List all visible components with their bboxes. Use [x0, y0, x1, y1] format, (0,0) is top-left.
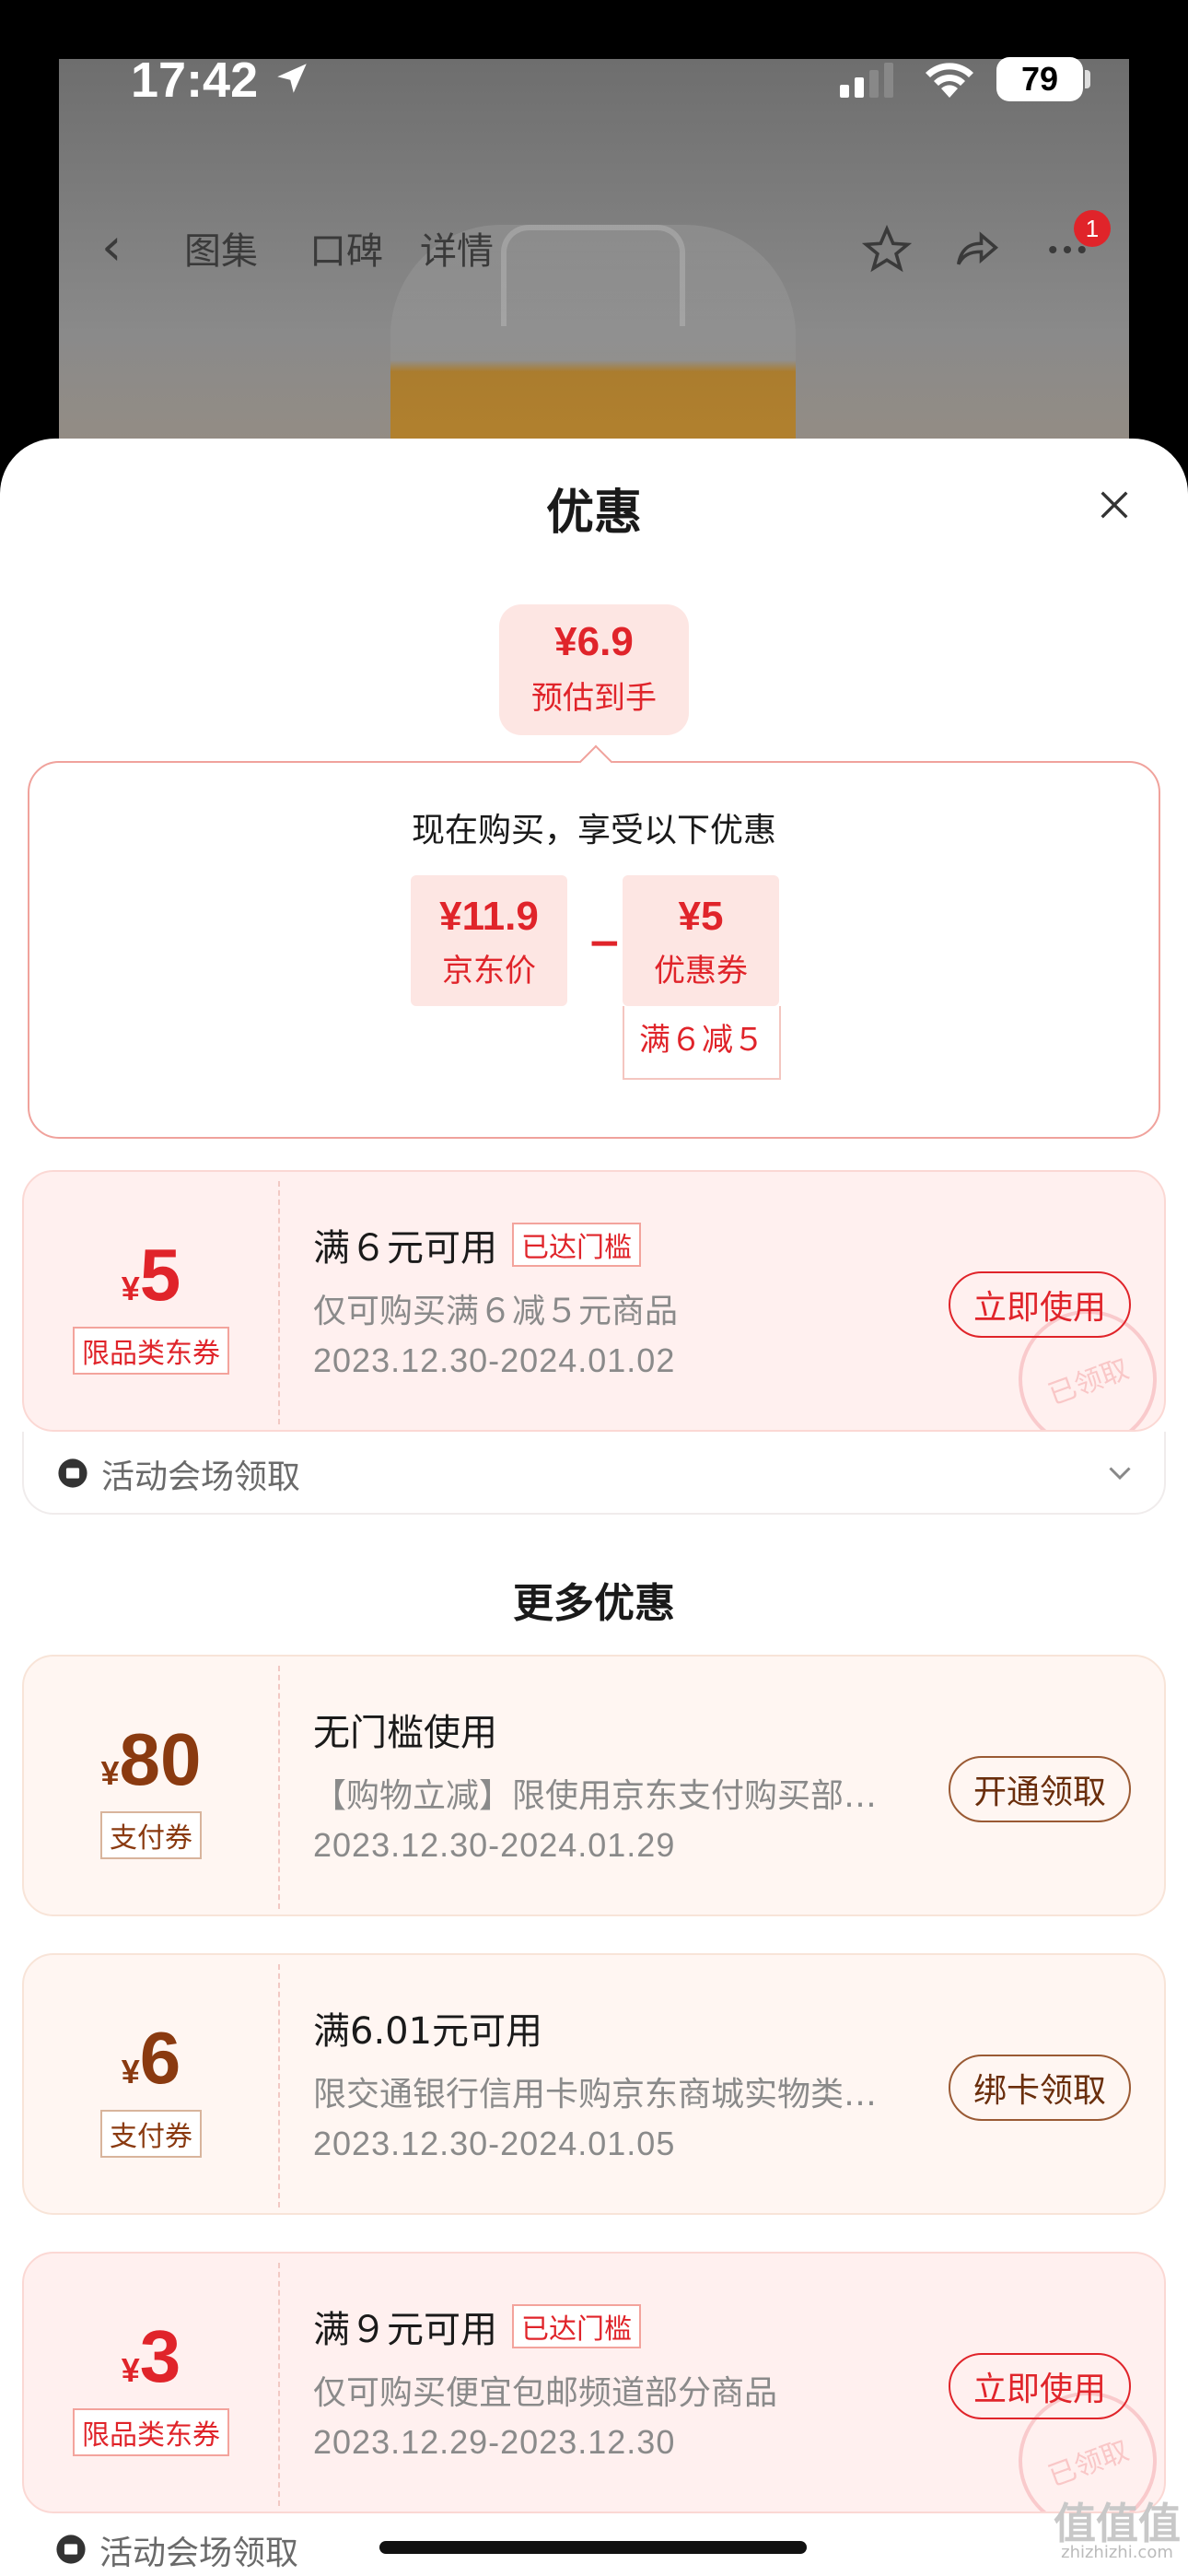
- coupon-title: 满6.01元可用: [313, 2010, 543, 2053]
- battery-tip: [1085, 70, 1090, 88]
- coupon-description: 仅可购买满６减５元商品: [313, 1293, 679, 1330]
- coupon-card: ¥5 限品类东券 满６元可用 已达门槛 仅可购买满６减５元商品 2023.12.3…: [22, 1170, 1166, 1432]
- more-offers-title: 更多优惠: [513, 1580, 675, 1627]
- coupon-divider: [278, 1666, 280, 1909]
- coupon-amount-value: 6: [139, 2017, 181, 2099]
- status-time: 17:42: [131, 53, 259, 108]
- threshold-reached-badge: 已达门槛: [512, 1223, 641, 1267]
- price-breakdown: 现在购买，享受以下优惠 ¥11.9 京东价 − ¥5 优惠券 满６减５: [28, 744, 1160, 1139]
- coupon-card: ¥3 限品类东券 满９元可用 已达门槛 仅可购买便宜包邮频道部分商品 2023.1…: [22, 2252, 1166, 2513]
- jd-price-chip: ¥11.9 京东价: [411, 875, 567, 1006]
- coupon-source-row[interactable]: 活动会场领取: [22, 1432, 1166, 1515]
- battery-indicator: 79: [996, 57, 1083, 101]
- coupon-amount: ¥5: [24, 1233, 278, 1317]
- ticket-icon: [58, 1458, 87, 1488]
- coupon-type-tag: 限品类东券: [73, 1327, 229, 1375]
- coupon-validity: 2023.12.30-2024.01.02: [313, 1341, 676, 1379]
- coupon-value-area: ¥6 支付券: [24, 1955, 278, 2213]
- close-icon[interactable]: [1096, 486, 1133, 523]
- coupon-divider: [278, 2263, 280, 2506]
- chevron-down-icon[interactable]: [1103, 1456, 1136, 1489]
- site-watermark: 值值值 zhizhizhi.com: [1054, 2502, 1181, 2561]
- coupon-amount: ¥6: [24, 2016, 278, 2101]
- currency-symbol: ¥: [121, 2351, 140, 2389]
- coupon-validity: 2023.12.30-2024.01.29: [313, 1826, 676, 1864]
- coupon-title: 无门槛使用: [313, 1712, 497, 1754]
- ticket-icon: [56, 2535, 86, 2564]
- coupon-source-text: 活动会场领取: [99, 2535, 299, 2572]
- location-arrow-icon: [277, 64, 307, 93]
- coupon-title-text: 满９元可用: [313, 2309, 497, 2351]
- coupon-validity: 2023.12.30-2024.01.05: [313, 2125, 676, 2162]
- jd-price-label: 京东价: [442, 953, 536, 989]
- sheet-title: 优惠: [545, 486, 642, 541]
- notification-badge: 1: [1074, 210, 1111, 247]
- currency-symbol: ¥: [100, 1754, 120, 1792]
- discount-sheet: 优惠 ¥6.9 预估到手 现在购买，享受以下优惠 ¥11.9 京东价 − ¥5 …: [0, 439, 1188, 2576]
- tab-gallery[interactable]: 图集: [184, 221, 258, 275]
- coupon-value-area: ¥3 限品类东券: [24, 2254, 278, 2512]
- coupon-card: ¥6 支付券 满6.01元可用 限交通银行信用卡购京东商城实物类商品 2023.…: [22, 1953, 1166, 2215]
- watermark-text: 值值值: [1054, 2499, 1181, 2548]
- status-bar: 17:42 79: [0, 0, 1188, 147]
- coupon-card: ¥80 支付券 无门槛使用 【购物立减】限使用京东支付购买部分商品 2023.1…: [22, 1655, 1166, 1916]
- coupon-title: 满６元可用 已达门槛: [313, 1218, 641, 1271]
- coupon-discount-chip: ¥5 优惠券: [623, 875, 779, 1006]
- tab-details[interactable]: 详情: [420, 221, 494, 275]
- breakdown-heading: 现在购买，享受以下优惠: [411, 812, 776, 849]
- home-indicator[interactable]: [379, 2541, 807, 2554]
- coupon-type-tag: 支付券: [100, 2110, 202, 2158]
- favorite-star-icon[interactable]: [862, 225, 912, 275]
- coupon-amount: ¥80: [24, 1717, 278, 1802]
- activate-claim-button[interactable]: 开通领取: [949, 1756, 1131, 1822]
- estimated-price: ¥6.9: [554, 619, 634, 664]
- coupon-type-tag: 支付券: [100, 1811, 202, 1859]
- coupon-amount: ¥3: [24, 2314, 278, 2399]
- product-nav-bar: ‹ 图集 口碑 详情: [0, 217, 1188, 282]
- minus-operator: −: [588, 919, 622, 966]
- bind-card-claim-button[interactable]: 绑卡领取: [949, 2055, 1131, 2121]
- coupon-value-area: ¥80 支付券: [24, 1657, 278, 1914]
- coupon-title-text: 满６元可用: [313, 1227, 497, 1270]
- coupon-value-area: ¥5 限品类东券: [24, 1172, 278, 1430]
- coupon-amount-value: 80: [119, 1718, 202, 1800]
- wifi-icon: [926, 63, 973, 98]
- coupon-type-tag: 限品类东券: [73, 2408, 229, 2456]
- coupon-title: 满９元可用 已达门槛: [313, 2300, 641, 2353]
- coupon-amount-value: 5: [139, 1234, 181, 1316]
- cellular-signal-icon: [840, 63, 893, 98]
- coupon-rule: 满６减５: [623, 1006, 781, 1080]
- coupon-description: 限交通银行信用卡购京东商城实物类商品: [313, 2076, 903, 2113]
- currency-symbol: ¥: [121, 2053, 140, 2090]
- coupon-divider: [278, 1181, 280, 1424]
- coupon-discount-value: ¥5: [678, 894, 724, 939]
- coupon-amount-value: 3: [139, 2315, 181, 2397]
- coupon-source-text: 活动会场领取: [101, 1458, 301, 1496]
- currency-symbol: ¥: [121, 1270, 140, 1307]
- estimated-price-label: 预估到手: [531, 680, 657, 717]
- back-icon[interactable]: ‹: [101, 217, 122, 277]
- coupon-validity: 2023.12.29-2023.12.30: [313, 2423, 676, 2461]
- coupon-divider: [278, 1964, 280, 2207]
- threshold-reached-badge: 已达门槛: [512, 2304, 641, 2348]
- breakdown-notch: [578, 744, 613, 779]
- estimated-price-bubble: ¥6.9 预估到手: [499, 604, 689, 735]
- share-icon[interactable]: [952, 225, 1002, 275]
- tab-reviews[interactable]: 口碑: [309, 221, 383, 275]
- watermark-url: zhizhizhi.com: [1061, 2543, 1173, 2562]
- coupon-discount-label: 优惠券: [654, 953, 748, 989]
- coupon-description: 【购物立减】限使用京东支付购买部分商品: [313, 1777, 903, 1815]
- coupon-description: 仅可购买便宜包邮频道部分商品: [313, 2374, 778, 2412]
- jd-price-value: ¥11.9: [439, 894, 539, 939]
